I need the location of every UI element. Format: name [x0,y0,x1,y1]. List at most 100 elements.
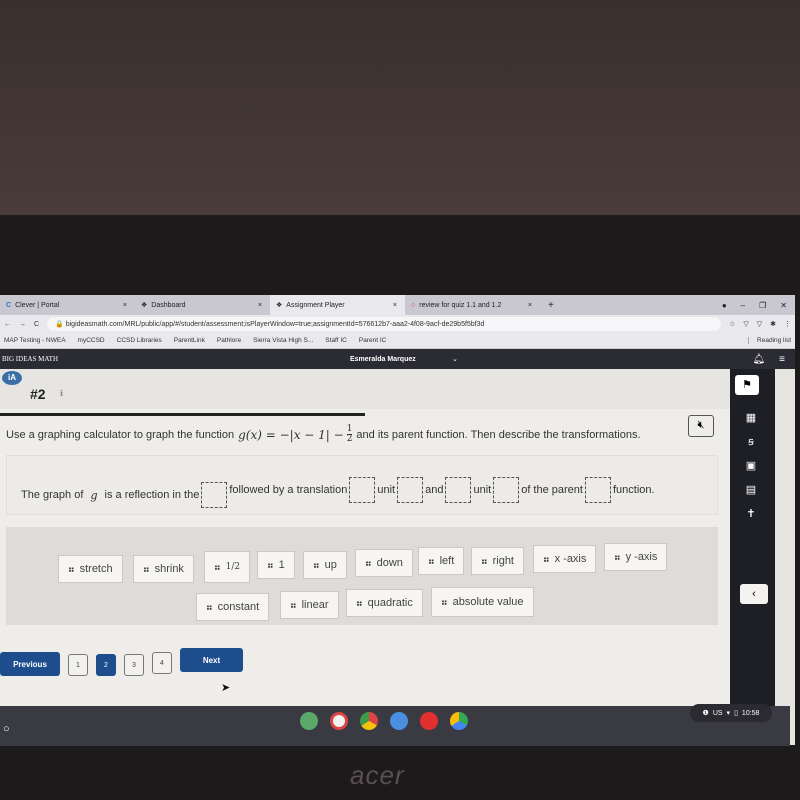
bell-icon[interactable]: 🔔︎ [752,354,765,365]
extensions-puzzle-icon[interactable]: ✱ [770,320,776,328]
play-store-icon[interactable] [450,712,468,730]
page-2-button[interactable]: 2 [96,654,116,676]
tile-down[interactable]: ⠶ down [355,549,413,577]
bookmark-parent-ic[interactable]: Parent IC [359,337,386,344]
extension-shield-icon[interactable]: ▽ [743,320,748,328]
close-icon[interactable]: × [123,302,127,309]
url-field[interactable]: 🔒 bigideasmath.com/MRL/public/app/#/stud… [47,317,722,331]
tile-stretch[interactable]: ⠶ stretch [58,555,123,583]
background-wall [0,0,800,215]
bookmark-staff-ic[interactable]: Staff IC [325,337,347,344]
tile-one[interactable]: ⠶ 1 [257,551,295,579]
question-panel: iA #2 ℹ Use a graphing calculator to gra… [0,369,730,745]
previous-button[interactable]: Previous [0,652,60,676]
chrome-icon[interactable] [360,712,378,730]
accessibility-icon[interactable]: ✝ [743,507,759,521]
question-header [0,369,730,409]
drop-zone-direction-1[interactable] [397,477,424,503]
tab-dashboard[interactable]: ❖ Dashboard × [135,295,270,315]
minimize-icon[interactable]: – [741,301,745,310]
sentence-text: and [425,484,444,496]
tile-x-axis[interactable]: ⠶ x -axis [533,545,597,573]
tab-review-quiz[interactable]: ○ review for quiz 1.1 and 1.2 × [405,295,540,315]
question-number: #2 [30,386,46,402]
extension-shield-icon[interactable]: ▽ [757,320,762,328]
sketchpad-icon[interactable]: ▣ [743,459,759,473]
translate-icon[interactable]: ꞩ [743,435,759,449]
youtube-icon[interactable] [420,712,438,730]
chevron-down-icon[interactable]: ⌄ [452,355,458,363]
question-suffix: and its parent function. Then describe t… [356,428,641,441]
system-tray[interactable]: ❶ US ▾ ▯ 10:58 [690,704,772,722]
drop-zone-translation-amount-2[interactable] [445,477,472,503]
audio-muted-icon[interactable]: 🔇︎ [688,415,714,437]
tile-y-axis[interactable]: ⠶ y -axis [604,543,668,571]
reading-list-button[interactable]: Reading list [748,337,791,344]
classroom-icon[interactable] [300,712,318,730]
launcher-icon[interactable]: ○ [3,723,10,735]
tile-label: linear [301,599,329,611]
docs-icon[interactable] [390,712,408,730]
user-name[interactable]: Esmeralda Marquez [350,356,416,363]
collapse-chevron-left-icon[interactable]: ‹ [740,584,768,604]
acer-logo: acer [350,760,405,790]
wifi-icon: ▾ [726,710,731,717]
bookmark-map-testing[interactable]: MAP Testing - NWEA [4,337,66,344]
bookmark-sierra-vista[interactable]: Sierra Vista High S... [253,337,313,344]
drop-zone-reflection-axis[interactable] [201,482,228,508]
bookmark-parentlink[interactable]: ParentLink [174,337,205,344]
drop-zone-parent-function[interactable] [584,477,611,503]
bookmark-myccsd[interactable]: myCCSD [78,337,105,344]
flag-icon[interactable]: ⚑ [735,375,759,395]
bookmark-star-icon[interactable]: ☆ [729,320,735,328]
sentence-text: followed by a translation [229,484,348,496]
close-window-icon[interactable]: ✕ [780,301,787,310]
drop-zone-direction-2[interactable] [493,477,520,503]
info-icon[interactable]: ℹ [60,389,63,398]
tile-quadratic[interactable]: ⠶ quadratic [346,589,423,617]
tab-label: review for quiz 1.1 and 1.2 [419,301,502,309]
tile-linear[interactable]: ⠶ linear [280,591,339,619]
tile-up[interactable]: ⠶ up [303,551,347,579]
bookmark-ccsd-libraries[interactable]: CCSD Libraries [117,337,162,344]
forward-icon[interactable]: → [19,321,26,328]
close-icon[interactable]: × [393,302,397,309]
calendar-icon[interactable]: ▤ [743,483,759,497]
page-3-button[interactable]: 3 [124,654,144,676]
tile-label: stretch [79,563,113,575]
menu-kebab-icon[interactable]: ⋮ [784,320,791,328]
drop-zone-translation-amount-1[interactable] [349,477,376,503]
tab-assignment-player[interactable]: ❖ Assignment Player × [270,295,405,315]
tile-left[interactable]: ⠶ left [418,547,465,575]
restore-icon[interactable]: ❐ [759,301,766,310]
tile-absolute-value[interactable]: ⠶ absolute value [431,587,534,617]
hamburger-menu-icon[interactable]: ≡ [779,354,785,365]
tab-clever[interactable]: C Clever | Portal × [0,295,135,315]
sentence-text: function. [612,484,655,496]
tools-sidebar: ▦ ꞩ ▣ ▤ ✝ [730,369,775,745]
page-1-button[interactable]: 1 [68,654,88,676]
back-icon[interactable]: ← [4,321,11,328]
bim-logo-icon: iA [2,371,22,385]
tile-constant[interactable]: ⠶ constant [196,593,270,621]
close-icon[interactable]: × [528,302,532,309]
profile-icon[interactable]: ● [722,301,727,310]
page-4-button[interactable]: 4 [152,652,172,674]
next-button[interactable]: Next [180,648,243,672]
calculator-icon[interactable]: ▦ [743,411,759,425]
tile-label: x -axis [554,553,587,565]
tile-right[interactable]: ⠶ right [471,547,524,575]
tile-shrink[interactable]: ⠶ shrink [133,555,194,583]
new-tab-button[interactable]: + [540,300,562,311]
drag-handle-icon: ⠶ [441,596,448,607]
reload-icon[interactable]: C [34,321,39,328]
tile-label: up [324,559,337,571]
brand-logo: BIG IDEAS MATH [2,355,58,363]
close-icon[interactable]: × [258,302,262,309]
gmail-icon[interactable] [330,712,348,730]
bookmarks-bar: MAP Testing - NWEA myCCSD CCSD Libraries… [0,333,795,349]
fraction: 12 [346,425,353,444]
tile-one-half[interactable]: ⠶ 1/2 [204,551,251,583]
bookmark-pathlore[interactable]: Pathlore [217,337,241,344]
tile-label: quadratic [367,597,413,609]
